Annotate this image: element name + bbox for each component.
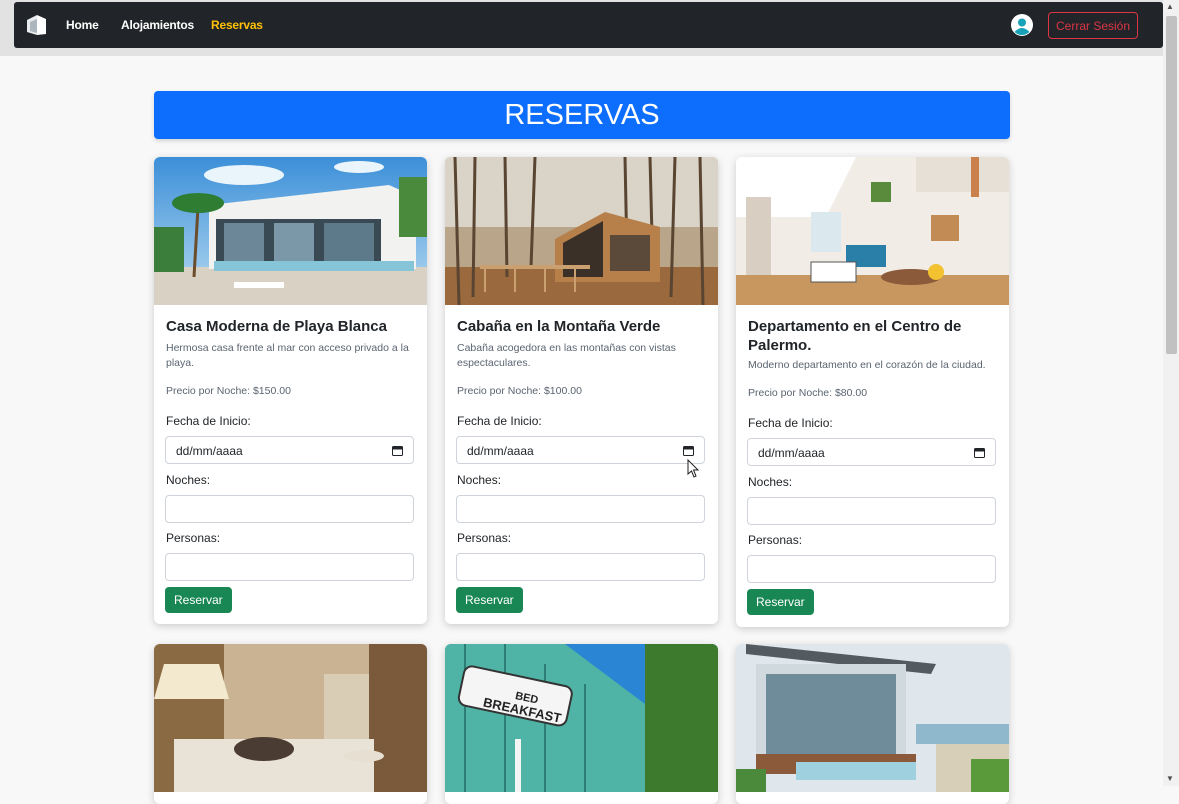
reserve-button[interactable]: Reservar	[456, 587, 523, 613]
accommodation-card-1: Casa Moderna de Playa Blanca Hermosa cas…	[154, 157, 427, 624]
forest-cabin-image	[445, 157, 718, 305]
nights-label: Noches:	[457, 473, 502, 487]
calendar-icon[interactable]	[683, 445, 694, 456]
people-label: Personas:	[457, 531, 512, 545]
accommodation-card-4	[154, 644, 427, 804]
date-placeholder: dd/mm/aaaa	[467, 444, 534, 458]
accommodation-card-3: Departamento en el Centro de Palermo. Mo…	[736, 157, 1009, 627]
start-date-label: Fecha de Inicio:	[457, 414, 542, 428]
card-title: Departamento en el Centro de Palermo.	[748, 318, 962, 354]
card-description: Cabaña acogedora en las montañas con vis…	[457, 342, 676, 369]
start-date-label: Fecha de Inicio:	[748, 416, 833, 430]
people-input[interactable]	[747, 555, 996, 583]
people-label: Personas:	[166, 531, 221, 545]
beach-house-image	[154, 157, 427, 305]
calendar-icon[interactable]	[974, 447, 985, 458]
logout-button[interactable]: Cerrar Sesión	[1048, 12, 1138, 39]
accommodation-card-5: BED BREAKFAST	[445, 644, 718, 804]
accommodation-card-2: Cabaña en la Montaña Verde Cabaña acoged…	[445, 157, 718, 624]
apartment-interior-image	[736, 157, 1009, 305]
nights-label: Noches:	[166, 473, 211, 487]
mouse-cursor-icon	[687, 459, 700, 478]
calendar-icon[interactable]	[392, 445, 403, 456]
nav-home-link[interactable]: Home	[66, 18, 99, 32]
start-date-input[interactable]: dd/mm/aaaa	[165, 436, 414, 464]
nights-input[interactable]	[456, 495, 705, 523]
people-label: Personas:	[748, 533, 803, 547]
modern-seaside-house-image	[736, 644, 1009, 792]
home-logo-icon[interactable]	[24, 12, 50, 38]
nav-alojamientos-link[interactable]: Alojamientos	[121, 18, 194, 32]
start-date-label: Fecha de Inicio:	[166, 414, 251, 428]
nights-input[interactable]	[747, 497, 996, 525]
scrollbar-thumb[interactable]	[1166, 16, 1177, 354]
reserve-button[interactable]: Reservar	[747, 589, 814, 615]
scroll-down-arrow-icon[interactable]: ▼	[1166, 774, 1174, 783]
nights-input[interactable]	[165, 495, 414, 523]
accommodation-card-6	[736, 644, 1009, 804]
navbar: Home Alojamientos Reservas Cerrar Sesión	[14, 2, 1163, 48]
people-input[interactable]	[456, 553, 705, 581]
card-title: Cabaña en la Montaña Verde	[457, 318, 661, 335]
hotel-room-image	[154, 644, 427, 792]
nav-reservas-link[interactable]: Reservas	[211, 18, 263, 32]
start-date-input[interactable]: dd/mm/aaaa	[747, 438, 996, 466]
card-price: Precio por Noche: $150.00	[166, 385, 291, 397]
start-date-input[interactable]: dd/mm/aaaa	[456, 436, 705, 464]
scroll-up-arrow-icon[interactable]: ▲	[1166, 2, 1174, 11]
date-placeholder: dd/mm/aaaa	[758, 446, 825, 460]
card-price: Precio por Noche: $100.00	[457, 385, 582, 397]
people-input[interactable]	[165, 553, 414, 581]
bed-breakfast-image: BED BREAKFAST	[445, 644, 718, 792]
card-title: Casa Moderna de Playa Blanca	[166, 318, 387, 335]
reserve-button[interactable]: Reservar	[165, 587, 232, 613]
date-placeholder: dd/mm/aaaa	[176, 444, 243, 458]
card-description: Moderno departamento en el corazón de la…	[748, 359, 986, 371]
page-title: RESERVAS	[154, 91, 1010, 139]
card-price: Precio por Noche: $80.00	[748, 387, 868, 399]
user-avatar-icon[interactable]	[1011, 14, 1033, 36]
card-description: Hermosa casa frente al mar con acceso pr…	[166, 342, 409, 369]
nights-label: Noches:	[748, 475, 793, 489]
